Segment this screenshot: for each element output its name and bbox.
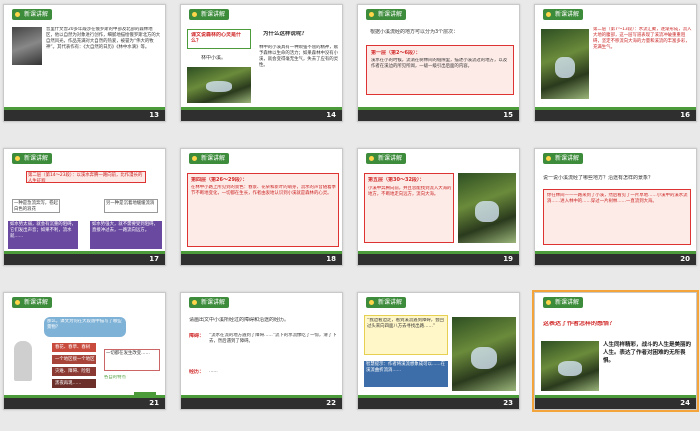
section-tag: 新课讲解 [366, 297, 407, 308]
slide-number: 20 [680, 255, 690, 263]
left-detail: 如水势太弱，就会有沉重的阻碍，它们发出声音；如果不利，流水就…… [8, 221, 78, 249]
experience-label: 经历： [189, 369, 205, 375]
slide-thumbnail-20[interactable]: 新课讲解 说一说小溪流经了哪些地方？沿途有怎样的景象？ 你在林间——一路来到了小… [534, 148, 697, 266]
item-1: 春花、春草、春树 [52, 343, 96, 352]
content-box: 你在林间——一路来到了小溪，然后看见了一片草地……小溪中的溪水流淌……进入林中的… [543, 189, 691, 245]
stream-photo [452, 317, 516, 391]
slide-thumbnail-15[interactable]: 新课讲解 根据小溪流经的地方可以分为3个层次： 第一层（第2～6段）： 溪水在小… [357, 4, 520, 122]
slide-footer [535, 251, 696, 265]
slide-footer [181, 395, 342, 409]
section-tag: 新课讲解 [189, 297, 230, 308]
quote-box: “我边看边走，看到溪流遇到障碍，会回过头来向四面八方去寻找出路……” [364, 315, 448, 355]
slide-number: 18 [326, 255, 336, 263]
grass-icon [134, 381, 156, 395]
stream-photo [458, 173, 516, 243]
slide-question: 这表达了作者怎样的感悟？ [543, 321, 616, 327]
slide-heading: 根据小溪流经的地方可以分为3个层次： [370, 29, 459, 35]
section-tag: 新课讲解 [189, 9, 230, 20]
left-branch: 一种是急流奔泻，卷起白色的浪花 [12, 199, 60, 213]
content-box: 第一层（第2～6段）： 溪水在小的时候，流淌在树林间的缝隙里，描述小溪流过的地方… [366, 45, 514, 95]
slide-body: 林中的小溪具有一种顽强不屈的精神，赋予森林以生命的活力；如果森林中没有小溪，就会… [259, 45, 339, 68]
slide-thumbnail-14[interactable]: 新课讲解 课文说森林的心灵是什么？ 林中小溪。 为什么这样说呢？ 林中的小溪具有… [180, 4, 343, 122]
stream-photo [541, 341, 599, 391]
slide-number: 19 [503, 255, 513, 263]
section-tag: 新课讲解 [366, 9, 407, 20]
slide-footer [535, 395, 696, 409]
author-portrait [12, 27, 42, 65]
slide-thumbnail-22[interactable]: 新课讲解 请画出文中小溪所经过的障碍和沿途的经历。 障碍： “流水在流的地方遇到… [180, 292, 343, 410]
slide-number: 21 [149, 399, 159, 407]
slide-heading: 为什么这样说呢？ [263, 31, 308, 37]
slide-footer [358, 251, 519, 265]
slide-thumbnail-24[interactable]: 新课讲解 这表达了作者怎样的感悟？ 人生同样精彩，战斗的人生是美丽的人生。表达了… [532, 290, 699, 412]
top-note: 第二层（第14～23段）：以溪水奔腾一路向前，比作漫长的人生征程 [26, 171, 146, 183]
slide-footer [4, 251, 165, 265]
slide-number: 23 [503, 399, 513, 407]
slide-heading: 说一说小溪流经了哪些地方？沿途有怎样的景象？ [543, 175, 654, 181]
section-tag: 新课讲解 [543, 297, 584, 308]
slide-thumbnail-23[interactable]: 新课讲解 “我边看边走，看到溪流遇到障碍，会回过头来向四面八方去寻找出路……” … [357, 292, 520, 410]
content-box: 第四层（第26～29段）： 在林中小路上所见到的景色：春景、花朵和新叶的萌芽，流… [187, 173, 339, 247]
figure-icon [14, 341, 32, 381]
slide-thumbnail-13[interactable]: 新课讲解 普里什文曾20多年跋涉在俄罗斯的中部及北部的森林地区，他以自然为对象进… [3, 4, 166, 122]
hint-box: 智慧提示：作者将溪流想象成可以……在溪流曲折流淌…… [364, 361, 448, 387]
obstacle-text: “流水在流的地方遇到了障碍……”流下的水流像吃了一惊，滑了下去，然后遇到了障碍。 [209, 333, 337, 344]
right-detail: 如水势强大，就不需要受到阻碍，直接冲过去，一路流向远方。 [90, 221, 162, 249]
right-branch: 另一种是沉着地缓缓流淌 [104, 199, 158, 213]
section-tag: 新课讲解 [12, 297, 53, 308]
item-2: 一个地区接一个地区 [52, 355, 96, 364]
slide-thumbnail-17[interactable]: 新课讲解 第二层（第14～23段）：以溪水奔腾一路向前，比作漫长的人生征程 一种… [3, 148, 166, 266]
slide-thumbnail-18[interactable]: 新课讲解 第四层（第26～29段）： 在林中小路上所见到的景色：春景、花朵和新叶… [180, 148, 343, 266]
slide-number: 24 [680, 399, 690, 407]
slide-thumbnail-19[interactable]: 新课讲解 第五层（第30～32段）： 小溪中奔腾向前，并且总能找到流入大海的地方… [357, 148, 520, 266]
slide-footer [358, 107, 519, 121]
section-tag: 新课讲解 [12, 9, 53, 20]
slide-number: 15 [503, 111, 513, 119]
slide-number: 17 [149, 255, 159, 263]
experience-text: …… [209, 369, 218, 374]
slide-body: 第二层（第7～13段）：水流汇聚，逐渐形成，流入大地的腹部，这一层写道表现了溪流… [593, 27, 692, 50]
question-box: 课文说森林的心灵是什么？ [187, 29, 251, 49]
slide-body: 人生同样精彩，战斗的人生是美丽的人生。表达了作者对困难的无所畏惧。 [603, 342, 692, 364]
slide-footer [4, 107, 165, 121]
slide-thumbnail-16[interactable]: 新课讲解 第二层（第7～13段）：水流汇聚，逐渐形成，流入大地的腹部，这一层写道… [534, 4, 697, 122]
section-tag: 新课讲解 [543, 9, 584, 20]
slide-number: 14 [326, 111, 336, 119]
intro-bubble: 那么，课文为何在大段落中描写了哪些景物？ [44, 317, 126, 337]
content-box: 第五层（第30～32段）： 小溪中奔腾向前，并且总能找到流入大海的地方，不断地走… [364, 173, 454, 243]
slide-footer [181, 251, 342, 265]
slide-number: 16 [680, 111, 690, 119]
slide-body: 普里什文曾20多年跋涉在俄罗斯的中部及北部的森林地区，他以自然为对象进行创作，细… [46, 27, 161, 50]
slide-footer [181, 107, 342, 121]
slide-thumbnail-21[interactable]: 新课讲解 那么，课文为何在大段落中描写了哪些景物？ 春花、春草、春树 一个地区接… [3, 292, 166, 410]
section-tag: 新课讲解 [12, 153, 53, 164]
slide-footer [4, 395, 165, 409]
caption: 林中小溪。 [201, 55, 227, 61]
section-tag: 新课讲解 [543, 153, 584, 164]
slide-heading: 请画出文中小溪所经过的障碍和沿途的经历。 [189, 317, 290, 323]
slide-footer [535, 107, 696, 121]
slide-footer [358, 395, 519, 409]
section-tag: 新课讲解 [189, 153, 230, 164]
stream-photo [541, 29, 589, 99]
item-3: 灾难、障碍、险阻 [52, 367, 96, 376]
stream-photo [187, 67, 251, 103]
slide-number: 13 [149, 111, 159, 119]
section-tag: 新课讲解 [366, 153, 407, 164]
item-4: 黑夜再现…… [52, 379, 96, 388]
obstacle-label: 障碍： [189, 333, 205, 339]
slide-number: 22 [326, 399, 336, 407]
side-note: 一切都在发生改变…… [104, 349, 160, 371]
